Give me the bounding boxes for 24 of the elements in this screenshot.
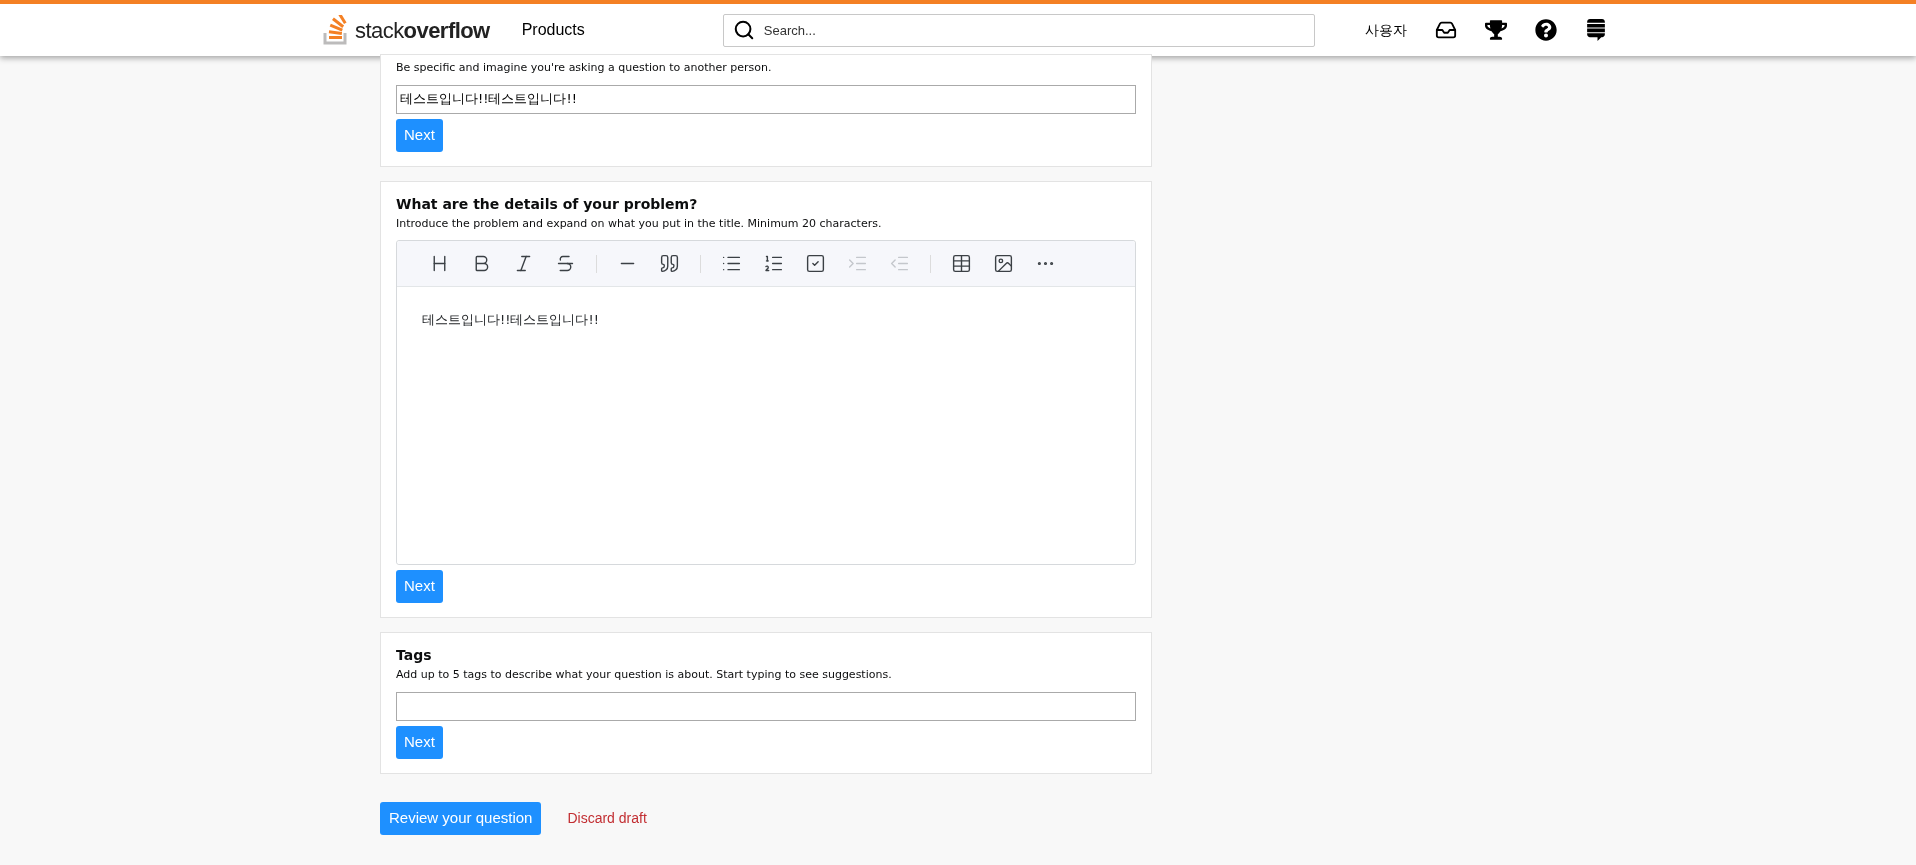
strikethrough-icon[interactable] (555, 253, 576, 274)
section-description: Add up to 5 tags to describe what your question is about. Start typing to see suggestions. (396, 667, 893, 683)
quote-icon[interactable] (659, 253, 680, 274)
section-heading: What are the details of your problem? (396, 194, 699, 214)
section-heading: Tags (396, 646, 433, 665)
discard-link[interactable]: Discard draft (567, 807, 647, 829)
section-description: Introduce the problem and expand on what you put in the title. Minimum 20 characters. (396, 215, 883, 232)
title-field[interactable]: 테스트입니다!!테스트입니다!! (396, 84, 1136, 114)
checkbox-icon[interactable] (805, 253, 826, 274)
editor-text[interactable]: 테스트입니다!!테스트입니다!! (422, 312, 599, 327)
search-field[interactable]: Search... (722, 13, 1315, 47)
logo-text[interactable]: stackoverflow (355, 13, 490, 47)
image-icon[interactable] (993, 253, 1014, 274)
nav-link[interactable]: Products (521, 18, 585, 42)
trophy-icon[interactable] (1484, 19, 1507, 41)
inbox-icon[interactable] (1434, 19, 1457, 41)
table-icon[interactable] (951, 253, 972, 274)
tags-field[interactable] (396, 691, 1136, 721)
numbered-list-icon[interactable] (763, 253, 784, 274)
help-icon[interactable] (1534, 19, 1557, 41)
stack-menu-icon[interactable] (1584, 19, 1607, 41)
user-name[interactable]: 사용자 (1364, 19, 1407, 41)
search-icon (732, 18, 755, 41)
section-description: Be specific and imagine you're asking a question to another person. (396, 60, 773, 76)
